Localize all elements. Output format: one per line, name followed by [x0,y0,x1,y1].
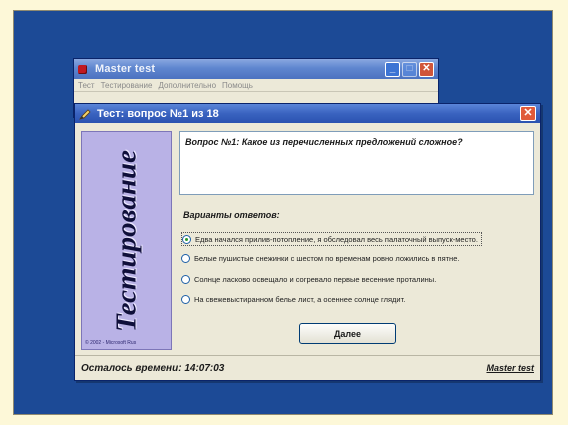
menu-item-extra[interactable]: Дополнительно [158,81,216,90]
pencil-icon [79,108,91,120]
close-icon[interactable]: ✕ [419,61,434,77]
answer-label: Едва начался прилив-потопление, я обслед… [195,234,478,244]
window-controls: _ □ ✕ [385,61,434,77]
menu-bar: Тест Тестирование Дополнительно Помощь [74,79,438,92]
answer-option[interactable]: На свежевыстиранном белье лист, а осенне… [181,292,408,306]
next-button[interactable]: Далее [299,323,396,344]
time-remaining: Осталось времени: 14:07:03 [81,362,225,374]
answer-label: Солнце ласково освещало и согревало перв… [194,274,437,284]
test-dialog: Тест: вопрос №1 из 18 ✕ Тестирование © 2… [74,103,541,381]
answer-label: Белые пушистые снежинки с шестом по врем… [194,253,460,263]
maximize-icon[interactable]: □ [402,61,417,77]
radio-icon[interactable] [181,253,190,263]
answer-option[interactable]: Солнце ласково освещало и согревало перв… [181,272,439,286]
side-banner: Тестирование © 2002 - Microsoft Rus [81,131,172,350]
main-titlebar[interactable]: Master test _ □ ✕ [74,59,438,79]
dialog-titlebar[interactable]: Тест: вопрос №1 из 18 ✕ [75,104,540,123]
app-icon [78,64,87,74]
answers-label: Варианты ответов: [183,210,280,220]
dialog-title: Тест: вопрос №1 из 18 [97,107,219,120]
menu-item-testing[interactable]: Тестирование [101,81,153,90]
main-window-title: Master test [95,63,156,75]
radio-selected-icon[interactable] [182,234,191,244]
banner-text: Тестирование [110,149,142,332]
banner-copyright: © 2002 - Microsoft Rus [85,340,137,346]
menu-item-test[interactable]: Тест [78,81,95,90]
brand-link[interactable]: Master test [486,363,534,373]
radio-icon[interactable] [181,294,190,304]
dialog-close-icon[interactable]: ✕ [520,106,536,121]
menu-item-help[interactable]: Помощь [222,81,253,90]
answer-option[interactable]: Едва начался прилив-потопление, я обслед… [181,232,482,246]
answer-label: На свежевыстиранном белье лист, а осенне… [194,294,406,304]
question-text: Вопрос №1: Какое из перечисленных предло… [179,131,534,195]
answer-option[interactable]: Белые пушистые снежинки с шестом по врем… [181,251,462,265]
minimize-icon[interactable]: _ [385,61,400,77]
status-bar: Осталось времени: 14:07:03 Master test [75,355,540,380]
radio-icon[interactable] [181,274,190,284]
